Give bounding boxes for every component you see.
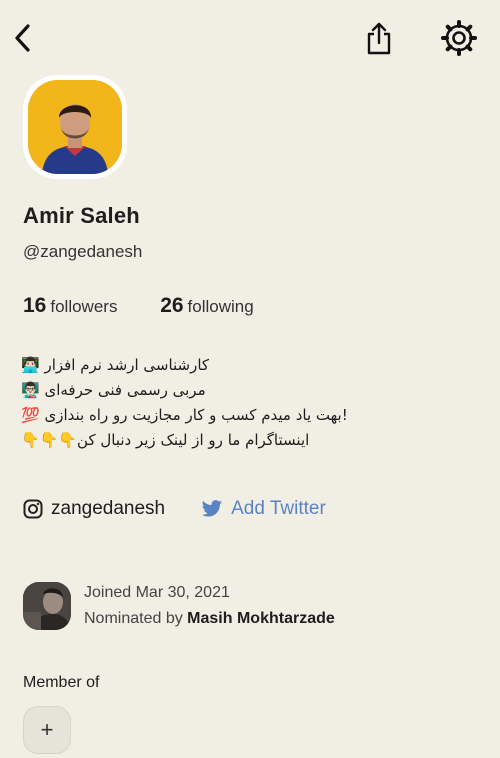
instagram-handle: zangedanesh	[51, 498, 166, 519]
add-twitter-label: Add Twitter	[231, 498, 326, 519]
following-label: following	[187, 297, 254, 316]
following-count: 26	[160, 294, 184, 317]
settings-button[interactable]	[438, 17, 480, 59]
bio-line-3: 💯 بهت یاد میدم کسب و کار مجازیت رو راه ب…	[21, 406, 348, 424]
add-twitter-button[interactable]: Add Twitter	[201, 498, 326, 520]
followers-link[interactable]: 16 followers	[23, 294, 117, 318]
gear-icon	[441, 20, 477, 56]
profile-handle: @zangedanesh	[23, 242, 143, 261]
joined-date: Joined Mar 30, 2021	[84, 584, 230, 601]
profile-name: Amir Saleh	[23, 203, 140, 228]
following-link[interactable]: 26 following	[160, 294, 254, 318]
bio: 👨🏻‍💻 کارشناسی ارشد نرم افزار 👨🏻‍🏫 مربی ر…	[21, 353, 421, 453]
instagram-icon	[23, 499, 43, 519]
chevron-left-icon	[15, 24, 30, 52]
bio-line-2: 👨🏻‍🏫 مربی رسمی فنی حرفه‌ای	[21, 381, 206, 399]
followers-label: followers	[50, 297, 118, 316]
nominator-avatar[interactable]	[23, 582, 71, 630]
plus-icon: +	[40, 717, 54, 742]
follow-stats: 16 followers 26 following	[23, 294, 254, 318]
join-info: Joined Mar 30, 2021 Nominated by Masih M…	[23, 580, 335, 632]
join-text: Joined Mar 30, 2021 Nominated by Masih M…	[84, 580, 335, 632]
avatar-photo	[28, 80, 122, 174]
add-club-button[interactable]: +	[23, 706, 71, 754]
nominated-prefix: Nominated by	[84, 610, 183, 627]
bio-line-4: 👇👇👇اینستاگرام ما رو از لینک زیر دنبال کن	[21, 431, 310, 449]
member-of-label: Member of	[23, 674, 100, 691]
top-bar	[0, 0, 500, 80]
social-links: zangedanesh Add Twitter	[23, 498, 326, 520]
nominator-name[interactable]: Masih Mokhtarzade	[187, 610, 335, 627]
followers-count: 16	[23, 294, 47, 317]
back-button[interactable]	[6, 20, 40, 56]
instagram-link[interactable]: zangedanesh	[23, 498, 165, 520]
profile-avatar[interactable]	[23, 75, 127, 179]
bio-line-1: 👨🏻‍💻 کارشناسی ارشد نرم افزار	[21, 356, 210, 374]
nominated-by: Nominated by Masih Mokhtarzade	[84, 606, 335, 632]
share-button[interactable]	[360, 18, 398, 58]
share-icon	[367, 22, 391, 55]
twitter-bird-icon	[201, 500, 223, 517]
